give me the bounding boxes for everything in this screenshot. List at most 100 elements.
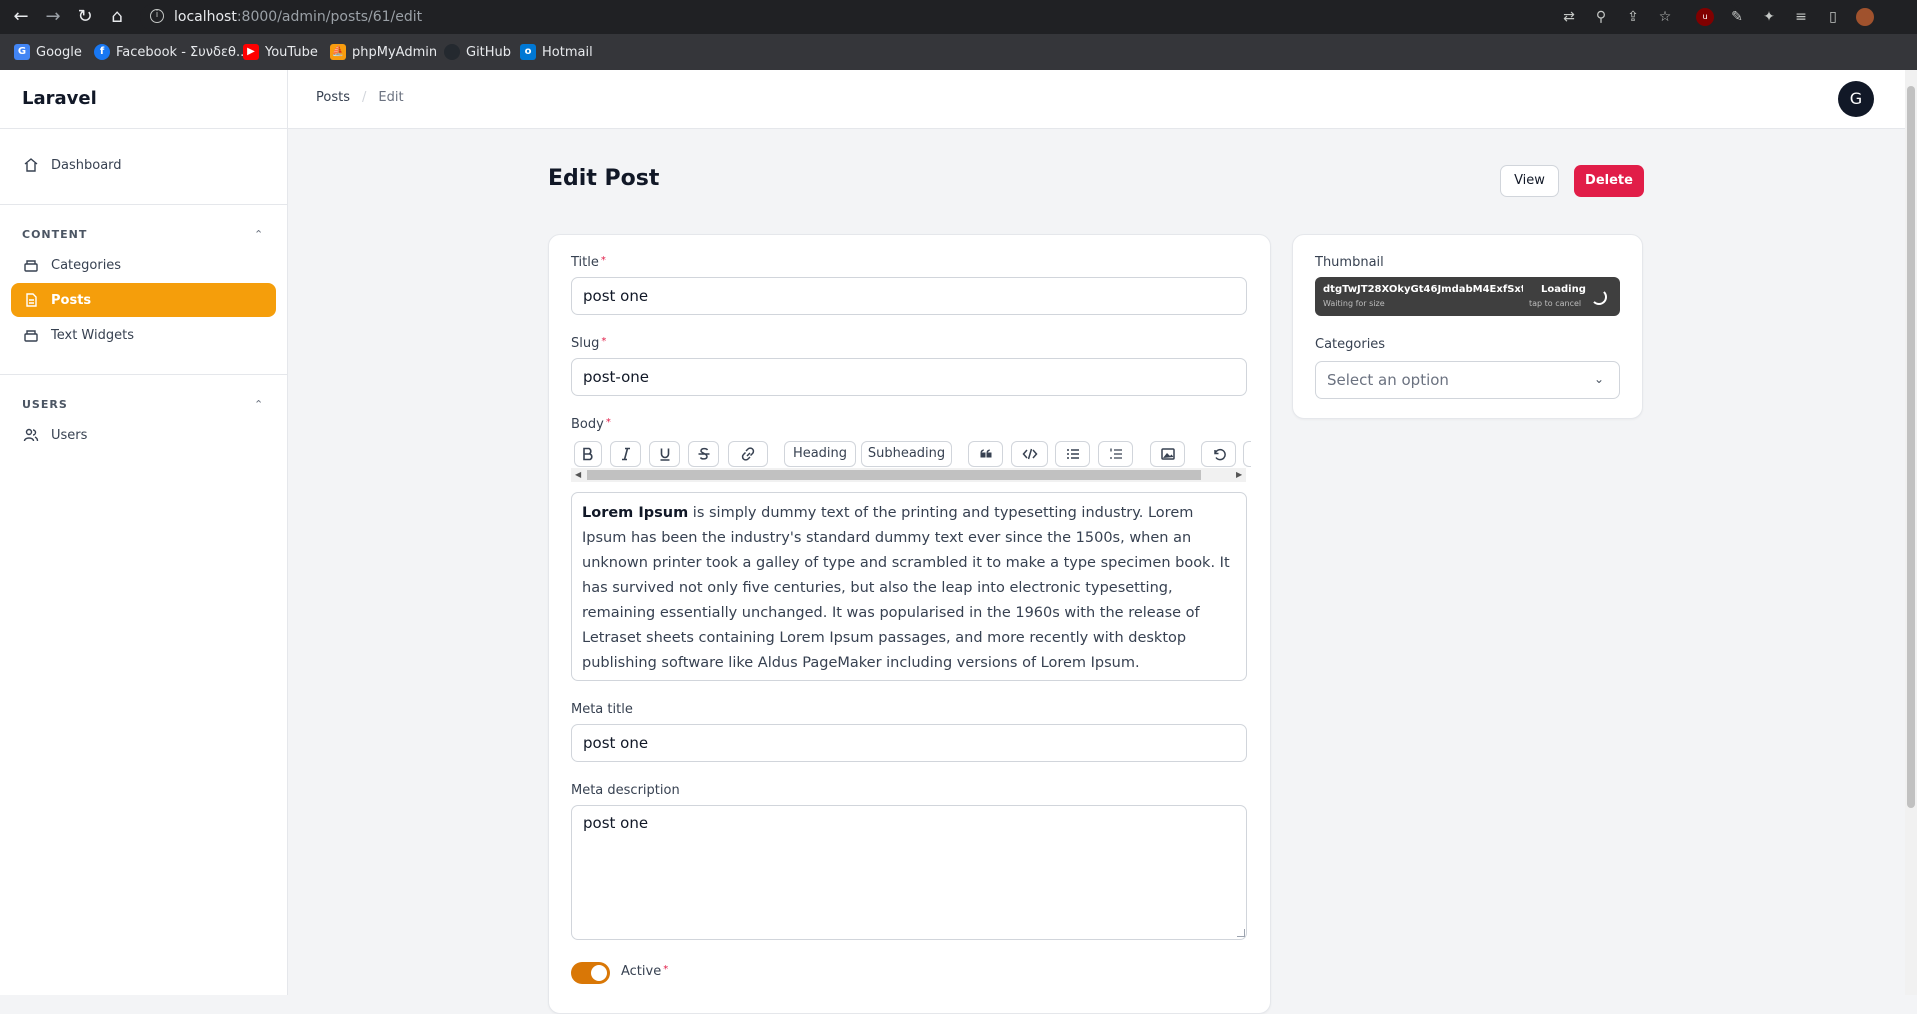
google-icon: G [14, 44, 30, 60]
page-title: Edit Post [548, 166, 660, 191]
code-block-button[interactable] [1011, 441, 1048, 467]
meta-description-textarea[interactable]: post one [571, 805, 1247, 940]
blockquote-button[interactable] [968, 441, 1003, 467]
chevron-up-icon[interactable]: ⌃ [254, 398, 263, 411]
side-panel-icon[interactable]: ▯ [1824, 8, 1842, 26]
thumbnail-upload[interactable] [1315, 277, 1620, 316]
site-info-icon[interactable]: i [150, 9, 164, 23]
bookmark-facebook[interactable]: f Facebook - Συνδεθ... [94, 44, 248, 60]
bookmark-phpmyadmin[interactable]: ⛵ phpMyAdmin [330, 44, 437, 60]
meta-title-label: Meta title [571, 702, 633, 717]
link-button[interactable] [728, 441, 768, 467]
bookmark-github[interactable]: GitHub [444, 44, 511, 60]
toolbar-scroll-thumb[interactable] [587, 470, 1201, 480]
share-icon[interactable]: ⇪ [1624, 8, 1642, 26]
sidebar-item-posts[interactable]: Posts [11, 283, 276, 317]
home-icon[interactable]: ⌂ [106, 6, 128, 28]
scroll-left-icon[interactable]: ◀ [575, 470, 581, 479]
profile-avatar-icon[interactable] [1856, 8, 1874, 26]
slug-input[interactable]: post-one [571, 358, 1247, 396]
breadcrumb: Posts / Edit [316, 90, 404, 105]
title-input[interactable]: post one [571, 277, 1247, 315]
ordered-list-button[interactable] [1098, 441, 1133, 467]
underline-button[interactable] [649, 441, 680, 467]
sidebar-item-text-widgets[interactable]: Text Widgets [11, 318, 276, 352]
sidebar [0, 70, 288, 995]
ordered-list-icon [1109, 448, 1122, 459]
eyedropper-icon[interactable]: ✎ [1728, 8, 1746, 26]
users-icon [23, 428, 39, 442]
translate-icon[interactable]: ⇄ [1560, 8, 1578, 26]
link-icon [741, 447, 755, 461]
scroll-right-icon[interactable]: ▶ [1236, 470, 1242, 479]
sidebar-divider [0, 128, 287, 129]
forward-icon[interactable]: → [42, 6, 64, 28]
breadcrumb-posts[interactable]: Posts [316, 90, 350, 105]
sidebar-group-users[interactable]: USERS [22, 398, 68, 411]
github-icon [444, 44, 460, 60]
sidebar-divider [0, 204, 287, 205]
quote-icon [980, 449, 991, 458]
ublock-icon[interactable]: u [1696, 8, 1714, 26]
sidebar-item-label: Posts [51, 292, 92, 308]
strike-button[interactable] [688, 441, 719, 467]
toggle-knob[interactable] [591, 965, 607, 981]
image-icon [1160, 448, 1175, 460]
sidebar-item-categories[interactable]: Categories [11, 248, 276, 282]
code-icon [1022, 448, 1037, 460]
sidebar-item-users[interactable]: Users [11, 418, 276, 452]
reload-icon[interactable]: ↻ [74, 6, 96, 28]
attach-image-button[interactable] [1150, 441, 1185, 467]
collection-icon [24, 330, 38, 342]
chevron-up-icon[interactable]: ⌃ [254, 228, 263, 241]
outlook-icon: o [520, 44, 536, 60]
chevron-down-icon[interactable]: ⌄ [1594, 372, 1604, 386]
italic-button[interactable] [610, 441, 641, 467]
bookmark-hotmail[interactable]: o Hotmail [520, 44, 593, 60]
spinner-icon[interactable] [1591, 289, 1607, 305]
sidebar-item-dashboard[interactable]: Dashboard [11, 148, 276, 182]
thumbnail-cancel[interactable]: tap to cancel [1529, 299, 1581, 308]
resize-handle[interactable] [1237, 929, 1245, 937]
url-text[interactable]: localhost:8000/admin/posts/61/edit [174, 9, 422, 25]
brand-logo[interactable]: Laravel [22, 88, 97, 109]
page-scroll-thumb[interactable] [1907, 86, 1915, 808]
reading-list-icon[interactable]: ≡ [1792, 8, 1810, 26]
italic-icon [621, 447, 630, 461]
sidebar-item-label: Text Widgets [51, 327, 134, 343]
meta-title-input[interactable]: post one [571, 724, 1247, 762]
undo-button[interactable] [1201, 441, 1236, 467]
extensions-icon[interactable]: ✦ [1760, 8, 1778, 26]
user-avatar[interactable]: G [1838, 81, 1874, 117]
sidebar-item-label: Categories [51, 257, 122, 273]
thumbnail-filename: dtgTwJT28XOkyGt46JmdabM4ExfSxt-m... [1323, 284, 1523, 295]
home-icon [24, 158, 38, 172]
zoom-icon[interactable]: ⚲ [1592, 8, 1610, 26]
sidebar-divider [0, 374, 287, 375]
subheading-button[interactable]: Subheading [861, 441, 952, 467]
bullet-list-button[interactable] [1055, 441, 1090, 467]
meta-description-label: Meta description [571, 783, 680, 798]
breadcrumb-separator: / [361, 90, 367, 105]
bookmark-google[interactable]: G Google [14, 44, 82, 60]
thumbnail-status: Waiting for size [1323, 299, 1385, 308]
document-icon [26, 293, 37, 307]
categories-select[interactable]: Select an option [1315, 361, 1620, 399]
body-editor[interactable]: Lorem Ipsum is simply dummy text of the … [571, 492, 1247, 681]
breadcrumb-edit: Edit [378, 90, 404, 105]
back-icon[interactable]: ← [10, 6, 32, 28]
active-label: Active * [621, 964, 669, 979]
facebook-icon: f [94, 44, 110, 60]
sidebar-group-content[interactable]: CONTENT [22, 228, 87, 241]
bold-button[interactable] [574, 441, 602, 467]
sidebar-item-label: Dashboard [51, 157, 122, 173]
view-button[interactable]: View [1500, 165, 1559, 197]
bookmark-youtube[interactable]: ▶ YouTube [243, 44, 318, 60]
redo-button[interactable] [1243, 441, 1251, 467]
heading-button[interactable]: Heading [784, 441, 856, 467]
strikethrough-icon [698, 447, 709, 460]
title-label: Title * [571, 255, 606, 270]
delete-button[interactable]: Delete [1574, 165, 1644, 197]
star-icon[interactable]: ☆ [1656, 8, 1674, 26]
thumbnail-loading: Loading [1541, 284, 1586, 295]
